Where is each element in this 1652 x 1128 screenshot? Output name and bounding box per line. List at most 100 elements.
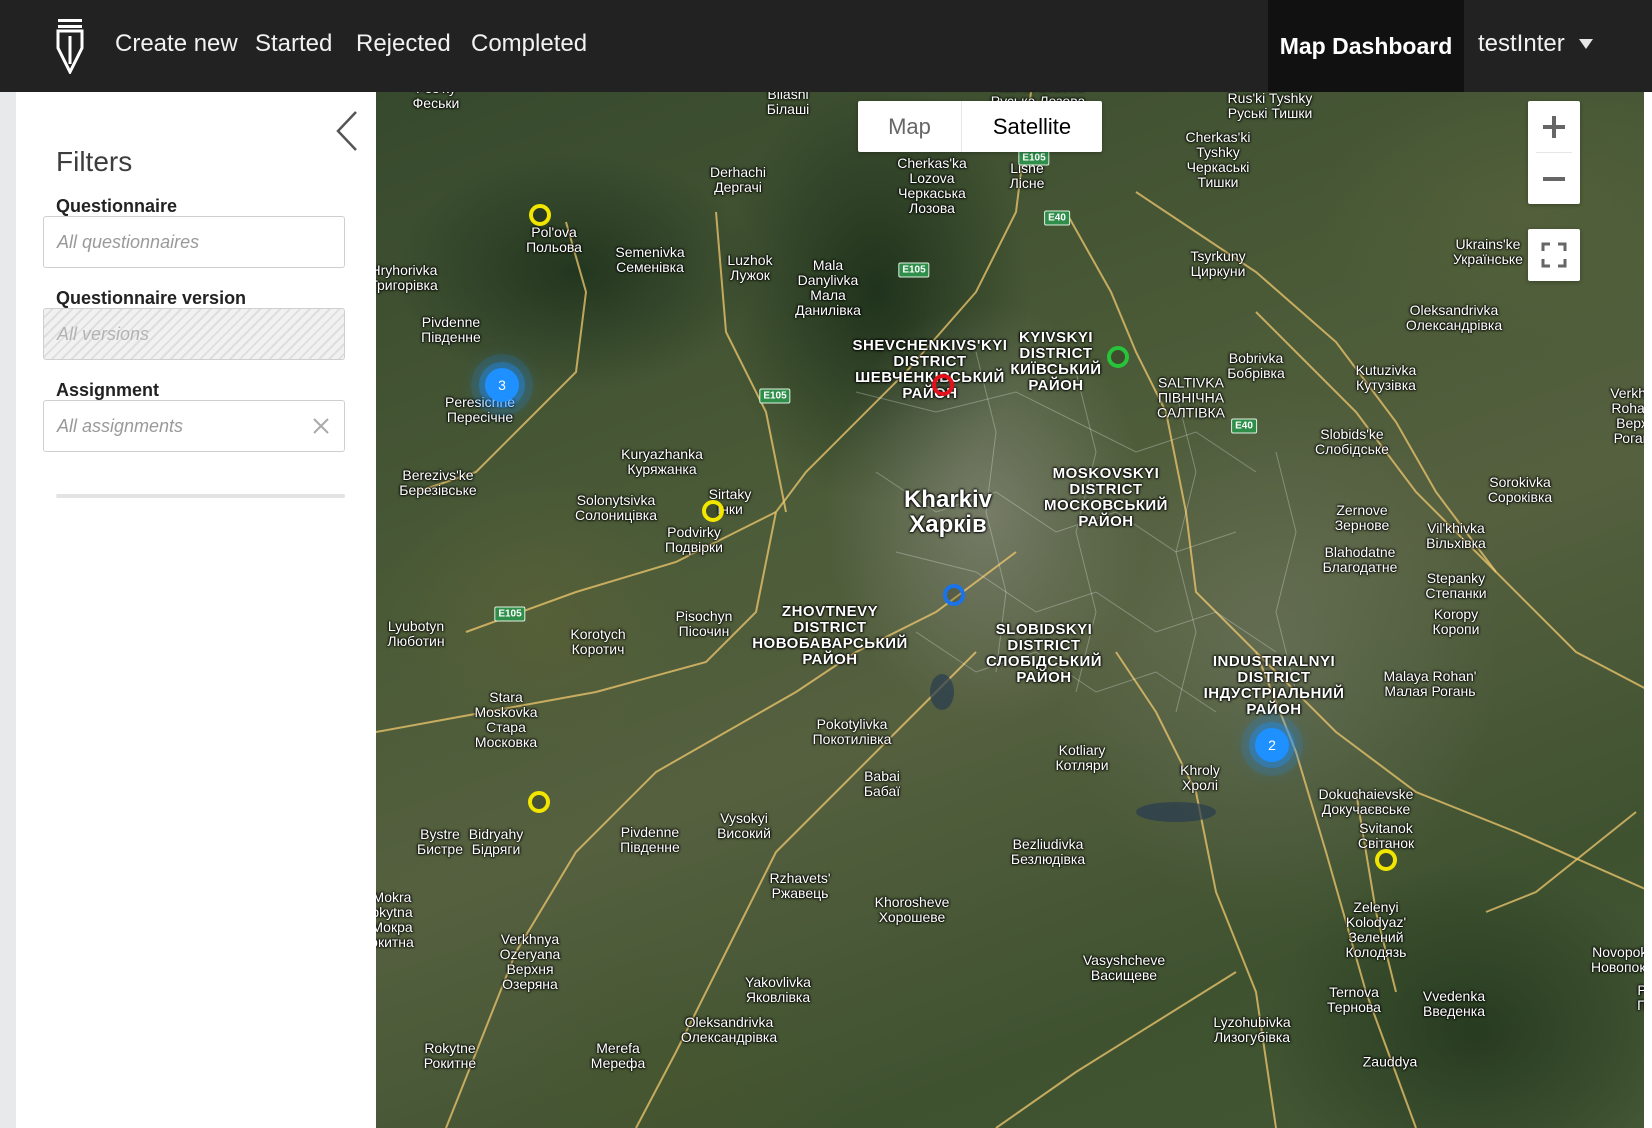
nav-create-new[interactable]: Create new [115,30,238,58]
place-label: Dokuchaievske Докучаєвське [1318,786,1414,817]
map-type-satellite-button[interactable]: Satellite [962,101,1102,152]
place-label: Khoroshevе Хорошеве [874,894,950,925]
assignment-label: Assignment [56,380,160,400]
map-marker-yellow[interactable] [528,791,550,813]
road-shield: E105 [759,388,791,404]
cluster-count: 2 [1268,737,1276,753]
road-shield: E40 [1044,210,1070,226]
place-label: Babai Бабаї [863,768,901,799]
road-shield: E105 [494,606,526,622]
place-label: Svitanok Світанок [1357,820,1415,851]
satellite-map[interactable]: Fes'kyФеськи BilashiБілаші Rus'ka Lozova… [376,92,1652,1128]
road-shield: E105 [1018,150,1050,166]
map-type-map-button[interactable]: Map [858,101,962,152]
district-label: MOSKOVSKYI DISTRICT МОСКОВСЬКИЙ РАЙОН [1044,465,1168,530]
nav-completed[interactable]: Completed [471,30,587,58]
place-label: Fes'kyФеськи [412,92,460,111]
place-label: Oleksandrivka Олександрівка [680,1014,778,1045]
questionnaire-label: Questionnaire [56,196,178,216]
place-label: Pisochyn Пісочин [675,608,733,639]
place-label: Lyubotyn Люботин [387,618,445,649]
user-name: testInter [1478,30,1565,57]
place-label: Pivdenne Південне [620,824,680,855]
fullscreen-icon [1541,242,1567,268]
place-label: Bilashi Білаші [766,92,810,117]
map-marker-yellow[interactable] [529,204,551,226]
questionnaire-placeholder: All questionnaires [57,232,200,252]
road-shield: E105 [898,262,930,278]
place-label: Solonytsivka Солоницівка [574,492,658,523]
place-label: NovopokroНовопокро [1590,944,1652,975]
zoom-controls [1528,101,1580,204]
road-shield: E40 [1231,418,1257,434]
map-marker-yellow[interactable] [1375,849,1397,871]
cluster-count: 3 [498,377,506,393]
filters-panel: Filters Questionnaire All questionnaires… [16,92,376,1128]
fullscreen-button[interactable] [1528,229,1580,281]
marker-cluster[interactable]: 3 [485,368,519,402]
place-label: Merefa Мерефа [590,1040,646,1071]
map-marker-yellow[interactable] [702,500,724,522]
place-label: Zernove Зернове [1334,502,1390,533]
place-label: Podvirky Подвірки [665,524,723,555]
district-label: SLOBIDSKYI DISTRICT СЛОБІДСЬКИЙ РАЙОН [985,621,1103,686]
place-label: Bezliudivka Безлюдівка [1010,836,1086,867]
assignment-placeholder: All assignments [57,416,184,436]
questionnaire-select[interactable]: All questionnaires [43,216,345,268]
assignment-select[interactable]: All assignments [43,400,345,452]
place-label: Lyzohubivka Лизогубівка [1213,1014,1291,1045]
nav-rejected[interactable]: Rejected [356,30,451,58]
place-label: Verkhnya Ozeryana Верхня Озеряна [499,931,561,992]
place-label: MokraokytnaМокраокитна [376,889,414,950]
zoom-out-button[interactable] [1528,153,1580,204]
place-label: Pol'ova Польова [526,224,582,255]
zoom-out-icon [1543,176,1565,181]
filters-title: Filters [56,146,133,177]
place-label: Slobids'ke Слобідське [1315,426,1389,457]
place-label: Zelenyi Kolodyaz' Зелений Колодязь [1345,899,1407,960]
clear-icon[interactable] [310,415,332,437]
place-label: Berezivs'ke Березівське [399,467,477,498]
place-label: Kutuzivka Кутузівка [1355,362,1417,393]
place-label: Pivdenne Південне [421,314,481,345]
nav-map-dashboard[interactable]: Map Dashboard [1268,0,1464,92]
place-label: Luzhok Лужок [727,252,773,283]
place-label: Pokotylivka Покотилівка [812,716,892,747]
place-label: Stepanky Степанки [1425,570,1487,601]
nav-map-dashboard-label: Map Dashboard [1279,32,1453,59]
top-navigation-bar: Create new Started Rejected Completed Ma… [0,0,1652,92]
map-marker-green[interactable] [1107,346,1129,368]
caret-down-icon [1578,39,1593,49]
district-label: SHEVCHENKIVS'KYI DISTRICT ШЕВЧЕНКІВСЬКИЙ РА… [852,337,1008,402]
place-label: Derhachi Дергачі [709,164,767,195]
place-label: Rus'ki Tyshky Руські Тишки [1227,92,1313,121]
zoom-in-button[interactable] [1528,101,1580,152]
place-label: Hryhorivka Григорівка [376,262,438,293]
place-label: Mala Danylivka Мала Данилівка [795,257,861,318]
place-label: Blahodatne Благодатне [1322,544,1398,575]
chevron-left-icon[interactable] [332,108,368,154]
place-label: Ternova Тернова [1327,984,1381,1015]
user-menu[interactable]: testInter [1478,30,1593,58]
marker-cluster[interactable]: 2 [1255,728,1289,762]
version-label: Questionnaire version [56,288,247,308]
app-logo-icon[interactable] [56,18,84,74]
map-marker-blue[interactable] [943,584,965,606]
district-label: ZHOVTNEVY DISTRICT НОВОБАВАРСЬКИЙ РАЙОН [752,603,908,668]
place-label: SALTIVKA ПІВНІЧНА САЛТІВКА [1157,374,1225,421]
map-marker-red[interactable] [932,374,954,396]
nav-started[interactable]: Started [255,30,332,58]
place-label: Cherkas'ki Tyshky Черкаські Тишки [1185,129,1251,190]
place-label: Yakovlivka Яковлівка [745,974,811,1005]
place-label: Bystre Бистре [417,826,463,857]
place-label: Oleksandrivka Олександрівка [1405,302,1503,333]
place-label: Rzhavets' Ржавець [769,870,831,901]
city-label-kharkiv: Kharkiv Харків [903,486,993,538]
place-label: Stara Moskovka Стара Московка [474,689,538,750]
zoom-in-icon [1543,115,1565,138]
place-label: Korotych Коротич [570,626,626,657]
place-label: Bobrivka Бобрівка [1227,350,1285,381]
district-label: INDUSTRIALNYI DISTRICT ІНДУСТРІАЛЬНИЙ РАЙОН [1203,653,1345,718]
place-label: Lisne Лісне [1009,160,1045,191]
place-label: Semenivka Семенівка [615,244,685,275]
